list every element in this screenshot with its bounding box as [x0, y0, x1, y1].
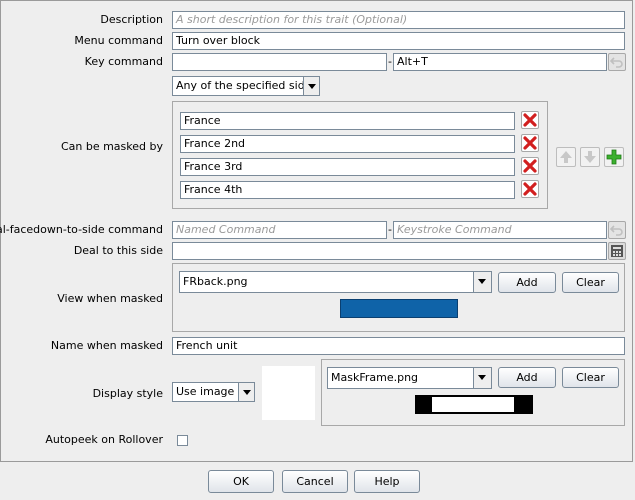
- masked-by-item[interactable]: France: [180, 112, 515, 130]
- arrow-up-icon: [560, 151, 572, 163]
- masked-by-item[interactable]: France 2nd: [180, 135, 515, 153]
- description-placeholder: A short description for this trait (Opti…: [176, 13, 408, 26]
- view-masked-preview: [340, 299, 458, 318]
- key-command-separator: -: [388, 55, 392, 68]
- key-command-name-field[interactable]: [172, 53, 387, 71]
- remove-item-button[interactable]: [521, 134, 539, 152]
- mask-frame-window: [432, 397, 514, 412]
- deal-named-command-placeholder: Named Command: [176, 223, 276, 236]
- menu-command-label: Menu command: [74, 34, 163, 47]
- display-style-combo[interactable]: Use image: [172, 382, 255, 402]
- calculator-icon: [611, 245, 623, 257]
- remove-item-button[interactable]: [521, 180, 539, 198]
- move-up-button[interactable]: [556, 147, 576, 167]
- display-style-add-button[interactable]: Add: [498, 367, 556, 388]
- view-masked-clear-button[interactable]: Clear: [562, 272, 619, 293]
- deal-command-label: Deal-facedown-to-side command: [0, 223, 163, 236]
- chevron-down-icon: [473, 272, 491, 292]
- display-style-preview: [262, 366, 315, 420]
- display-style-image-value: MaskFrame.png: [331, 371, 419, 384]
- name-masked-label: Name when masked: [50, 339, 163, 352]
- help-button[interactable]: Help: [354, 470, 420, 493]
- deal-keystroke-field[interactable]: Keystroke Command: [393, 221, 607, 239]
- masked-by-item[interactable]: France 3rd: [180, 158, 515, 176]
- masked-by-label: Can be masked by: [60, 140, 163, 153]
- name-masked-field[interactable]: French unit: [172, 337, 625, 355]
- mask-sides-value: Any of the specified sides: [176, 79, 318, 92]
- autopeek-checkbox[interactable]: [177, 435, 188, 446]
- masked-by-item[interactable]: France 4th: [180, 181, 515, 199]
- chevron-down-icon: [303, 77, 319, 95]
- deal-side-label: Deal to this side: [73, 244, 163, 257]
- display-style-image-combo[interactable]: MaskFrame.png: [327, 367, 492, 389]
- green-plus-icon: [606, 149, 622, 165]
- key-command-undo-button[interactable]: [608, 53, 626, 71]
- display-style-value: Use image: [176, 385, 235, 398]
- chevron-down-icon: [238, 383, 254, 401]
- menu-command-field[interactable]: Turn over block: [172, 32, 625, 50]
- deal-command-undo-button[interactable]: [608, 221, 626, 239]
- deal-named-command-field[interactable]: Named Command: [172, 221, 387, 239]
- deal-keystroke-placeholder: Keystroke Command: [397, 223, 512, 236]
- chevron-down-icon: [473, 368, 491, 388]
- view-masked-image-combo[interactable]: FRback.png: [179, 271, 492, 293]
- description-field[interactable]: A short description for this trait (Opti…: [172, 11, 625, 29]
- add-item-button[interactable]: [604, 147, 624, 167]
- deal-side-field[interactable]: [172, 242, 607, 260]
- view-masked-image-value: FRback.png: [183, 275, 248, 288]
- red-x-icon: [523, 136, 537, 150]
- remove-item-button[interactable]: [521, 111, 539, 129]
- deal-command-separator: -: [388, 223, 392, 236]
- mask-sides-combo[interactable]: Any of the specified sides: [172, 76, 320, 96]
- red-x-icon: [523, 159, 537, 173]
- view-masked-label: View when masked: [57, 292, 163, 305]
- ok-button[interactable]: OK: [208, 470, 274, 493]
- display-style-clear-button[interactable]: Clear: [562, 367, 619, 388]
- key-command-keystroke-field[interactable]: Alt+T: [393, 53, 607, 71]
- move-down-button[interactable]: [580, 147, 600, 167]
- autopeek-label: Autopeek on Rollover: [45, 433, 163, 446]
- arrow-down-icon: [584, 151, 596, 163]
- undo-icon: [609, 225, 623, 236]
- red-x-icon: [523, 182, 537, 196]
- key-command-label: Key command: [84, 55, 163, 68]
- remove-item-button[interactable]: [521, 157, 539, 175]
- undo-icon: [609, 57, 623, 68]
- view-masked-add-button[interactable]: Add: [498, 272, 556, 293]
- trait-editor-panel: Description A short description for this…: [0, 0, 633, 462]
- deal-side-calculator-button[interactable]: [608, 242, 626, 260]
- display-style-label: Display style: [92, 387, 163, 400]
- cancel-button[interactable]: Cancel: [282, 470, 348, 493]
- red-x-icon: [523, 113, 537, 127]
- mask-frame-preview: [415, 395, 533, 414]
- description-label: Description: [100, 13, 163, 26]
